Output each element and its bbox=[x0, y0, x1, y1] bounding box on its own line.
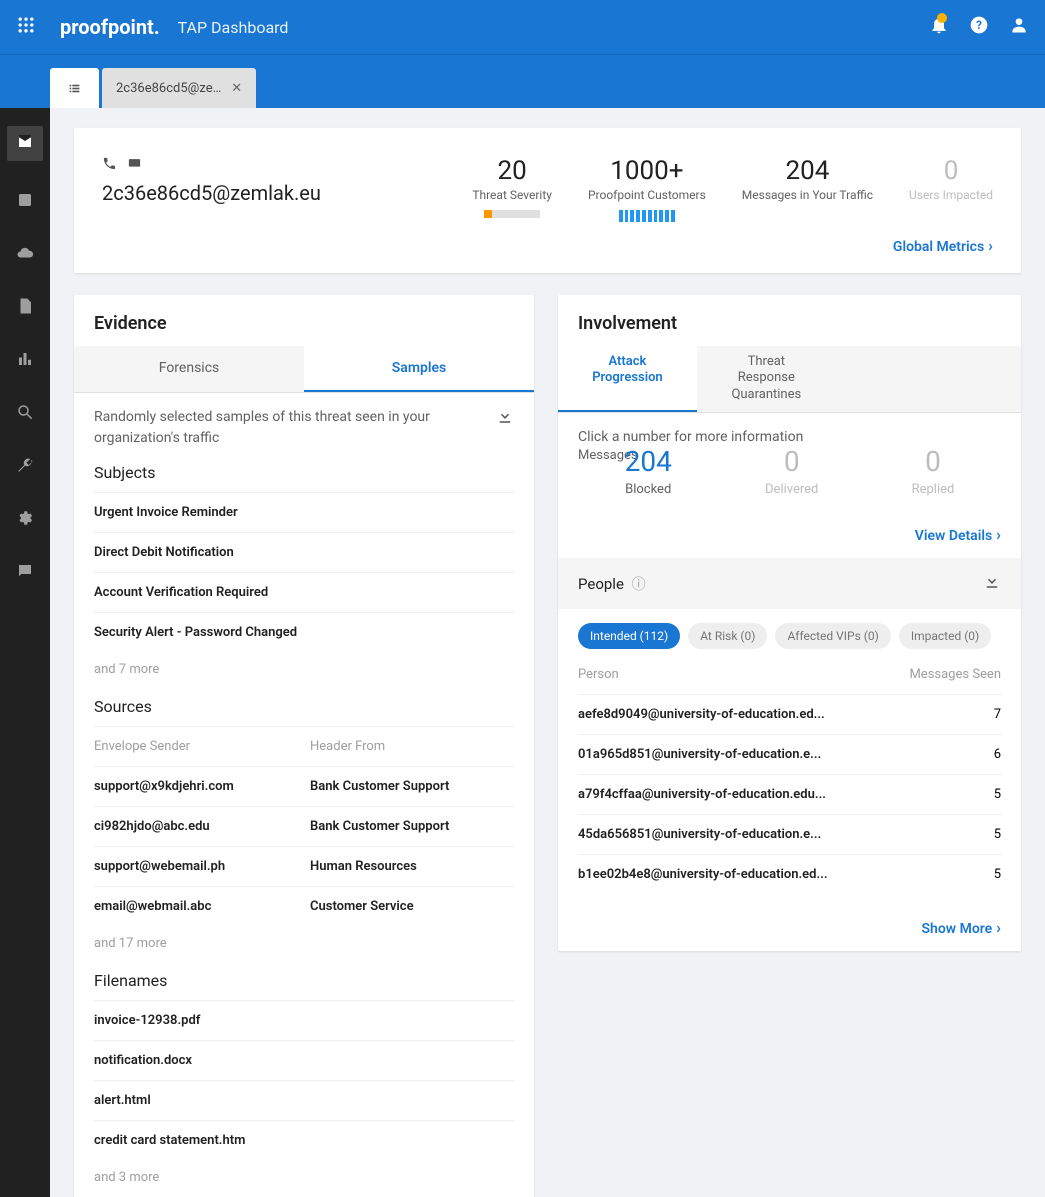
chip-at-risk[interactable]: At Risk (0) bbox=[688, 623, 767, 649]
summary-metrics: 20 Threat Severity 1000+ Proofpoint Cust… bbox=[472, 156, 993, 218]
customers-bar-icon bbox=[619, 210, 675, 218]
sidebar-cloud-icon[interactable] bbox=[13, 244, 37, 267]
sidebar-search-icon[interactable] bbox=[13, 403, 37, 426]
tab-attack-progression[interactable]: Attack Progression bbox=[558, 346, 697, 413]
involvement-title: Involvement bbox=[558, 295, 1021, 346]
subjects-header: Subjects bbox=[94, 463, 514, 482]
subject-row[interactable]: Urgent Invoice Reminder bbox=[94, 492, 514, 532]
chip-intended[interactable]: Intended (112) bbox=[578, 623, 680, 649]
filenames-header: Filenames bbox=[94, 971, 514, 990]
severity-bar-icon bbox=[484, 210, 540, 218]
sidebar-chart-icon[interactable] bbox=[13, 350, 37, 373]
involvement-card: Involvement Attack Progression Threat Re… bbox=[558, 295, 1021, 952]
top-bar: proofpoint. TAP Dashboard ? bbox=[0, 0, 1045, 54]
people-header: People ⓘ bbox=[558, 558, 1021, 609]
sidebar-contact-icon[interactable] bbox=[13, 191, 37, 214]
view-details-link[interactable]: View Details bbox=[915, 528, 1001, 544]
tab-label: 2c36e86cd5@ze… bbox=[116, 81, 221, 96]
person-row[interactable]: aefe8d9049@university-of-education.ed...… bbox=[578, 694, 1001, 734]
sources-header: Sources bbox=[94, 697, 514, 716]
people-columns: Person Messages Seen bbox=[578, 655, 1001, 694]
apps-grid-icon[interactable] bbox=[16, 15, 36, 40]
filename-row[interactable]: notification.docx bbox=[94, 1040, 514, 1080]
browser-tab[interactable]: 2c36e86cd5@ze… ✕ bbox=[102, 68, 256, 108]
tab-bar: 2c36e86cd5@ze… ✕ bbox=[0, 54, 1045, 108]
topbar-actions: ? bbox=[929, 15, 1029, 40]
source-row[interactable]: support@x9kdjehri.comBank Customer Suppo… bbox=[94, 766, 514, 806]
subject-row[interactable]: Direct Debit Notification bbox=[94, 532, 514, 572]
stat-delivered[interactable]: 0 Delivered bbox=[765, 445, 818, 497]
sidebar-mail-icon[interactable] bbox=[7, 126, 43, 161]
tab-threat-response[interactable]: Threat Response Quarantines bbox=[697, 346, 836, 413]
filename-row[interactable]: credit card statement.htm bbox=[94, 1120, 514, 1160]
sidebar bbox=[0, 108, 50, 1197]
stat-replied[interactable]: 0 Replied bbox=[912, 445, 955, 497]
info-icon[interactable]: ⓘ bbox=[632, 577, 646, 593]
filenames-more[interactable]: and 3 more bbox=[94, 1160, 514, 1191]
chip-affected-vips[interactable]: Affected VIPs (0) bbox=[775, 623, 890, 649]
evidence-card: Evidence Forensics Samples Randomly sele… bbox=[74, 295, 534, 1197]
sidebar-gear-icon[interactable] bbox=[13, 509, 37, 532]
user-avatar-icon[interactable] bbox=[1009, 15, 1029, 40]
chip-impacted[interactable]: Impacted (0) bbox=[899, 623, 991, 649]
summary-card: 2c36e86cd5@zemlak.eu 20 Threat Severity … bbox=[74, 128, 1021, 273]
evidence-title: Evidence bbox=[74, 295, 534, 346]
people-filter-chips: Intended (112) At Risk (0) Affected VIPs… bbox=[558, 609, 1021, 655]
person-row[interactable]: a79f4cffaa@university-of-education.edu..… bbox=[578, 774, 1001, 814]
source-row[interactable]: support@webemail.phHuman Resources bbox=[94, 846, 514, 886]
source-row[interactable]: ci982hjdo@abc.eduBank Customer Support bbox=[94, 806, 514, 846]
notification-dot-icon bbox=[937, 13, 947, 23]
brand-logo[interactable]: proofpoint. bbox=[60, 15, 160, 39]
tab-list-button[interactable] bbox=[50, 68, 99, 108]
tab-samples[interactable]: Samples bbox=[304, 346, 534, 392]
page-title: TAP Dashboard bbox=[178, 18, 289, 37]
sidebar-document-icon[interactable] bbox=[13, 297, 37, 320]
metric-users-impacted: 0 Users Impacted bbox=[909, 156, 993, 218]
threat-identifier: 2c36e86cd5@zemlak.eu bbox=[102, 181, 321, 205]
filename-row[interactable]: invoice-12938.pdf bbox=[94, 1000, 514, 1040]
samples-description: Randomly selected samples of this threat… bbox=[94, 407, 514, 449]
sources-columns: Envelope Sender Header From bbox=[94, 726, 514, 766]
people-download-icon[interactable] bbox=[983, 572, 1001, 595]
filename-row[interactable]: alert.html bbox=[94, 1080, 514, 1120]
evidence-tabs: Forensics Samples bbox=[74, 346, 534, 393]
sidebar-chat-icon[interactable] bbox=[13, 562, 37, 585]
download-icon[interactable] bbox=[496, 407, 514, 430]
subjects-more[interactable]: and 7 more bbox=[94, 652, 514, 683]
person-row[interactable]: 45da656851@university-of-education.e...5 bbox=[578, 814, 1001, 854]
phone-icon bbox=[102, 156, 117, 175]
notifications-icon[interactable] bbox=[929, 15, 949, 40]
message-stats: 204 Blocked 0 Delivered 0 Replied bbox=[578, 445, 1001, 497]
metric-threat-severity: 20 Threat Severity bbox=[472, 156, 552, 218]
metric-customers: 1000+ Proofpoint Customers bbox=[588, 156, 706, 218]
main-content: 2c36e86cd5@zemlak.eu 20 Threat Severity … bbox=[50, 108, 1045, 1197]
person-row[interactable]: 01a965d851@university-of-education.e...6 bbox=[578, 734, 1001, 774]
show-more-link[interactable]: Show More bbox=[921, 921, 1001, 937]
message-icon bbox=[127, 156, 142, 175]
person-row[interactable]: b1ee02b4e8@university-of-education.ed...… bbox=[578, 854, 1001, 894]
stat-blocked[interactable]: 204 Blocked bbox=[625, 445, 672, 497]
close-icon[interactable]: ✕ bbox=[231, 81, 242, 96]
source-row[interactable]: email@webmail.abcCustomer Service bbox=[94, 886, 514, 926]
metric-messages: 204 Messages in Your Traffic bbox=[742, 156, 873, 218]
involvement-tabs: Attack Progression Threat Response Quara… bbox=[558, 346, 1021, 414]
svg-text:?: ? bbox=[976, 18, 982, 32]
help-icon[interactable]: ? bbox=[969, 15, 989, 40]
subject-row[interactable]: Account Verification Required bbox=[94, 572, 514, 612]
threat-type-icons bbox=[102, 156, 321, 175]
global-metrics-link[interactable]: Global Metrics bbox=[893, 239, 993, 255]
subject-row[interactable]: Security Alert - Password Changed bbox=[94, 612, 514, 652]
sidebar-wrench-icon[interactable] bbox=[13, 456, 37, 479]
sources-more[interactable]: and 17 more bbox=[94, 926, 514, 957]
tab-forensics[interactable]: Forensics bbox=[74, 346, 304, 392]
